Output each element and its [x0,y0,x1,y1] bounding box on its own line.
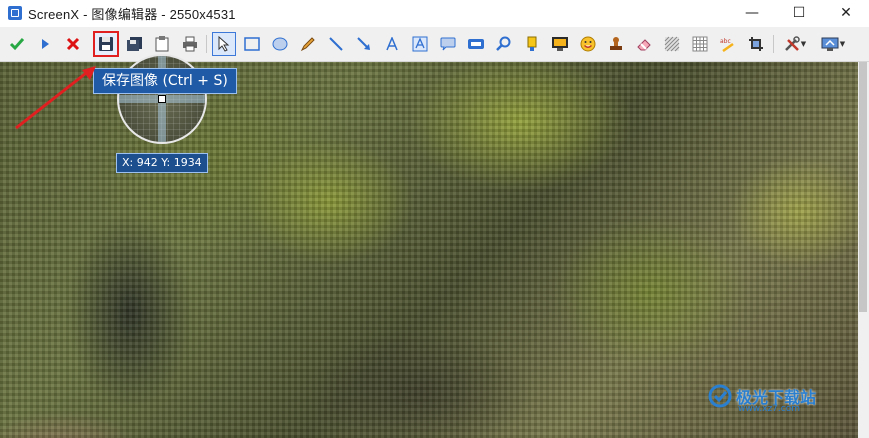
play-arrow-icon [42,39,49,49]
text-box-tool-button[interactable] [408,32,432,56]
emoji-tool-button[interactable] [576,32,600,56]
arrow-line-icon [357,37,370,50]
red-annotation-arrow-icon [15,66,96,130]
number-stamp-icon [468,39,484,49]
text-box-icon [412,36,428,52]
line-icon [329,37,343,51]
abc-wand-icon: abc [720,38,734,52]
zoom-tool-button[interactable] [492,32,516,56]
pixelate-tool-button[interactable] [688,32,712,56]
select-tool-button[interactable] [212,32,236,56]
text-a-icon [386,37,398,51]
grid-icon [692,36,708,52]
ellipse-tool-button[interactable] [268,32,292,56]
share-dropdown-button[interactable]: ▼ [816,32,850,56]
save-image-button[interactable] [93,31,119,57]
svg-text:abc: abc [720,38,731,45]
crosshair-center [158,95,166,103]
speech-bubble-icon [440,37,456,51]
toolbar-separator [773,35,774,53]
floppy-disk-icon [99,37,113,51]
magnifier-icon [496,36,511,51]
screen-image-tool-button[interactable] [548,32,572,56]
save-as-button[interactable] [123,32,147,56]
upload-button[interactable] [33,32,57,56]
cursor-coordinates: X: 942 Y: 1934 [116,153,208,173]
save-as-icon [127,37,142,51]
watermark-logo-icon [708,384,732,408]
eraser-icon [637,39,651,51]
callout-tool-button[interactable] [436,32,460,56]
eraser-tool-button[interactable] [632,32,656,56]
maximize-button[interactable]: ☐ [776,0,822,27]
highlighter-tool-button[interactable] [520,32,544,56]
title-bar: ScreenX - 图像编辑器 - 2550x4531 — ☐ ✕ [0,0,869,27]
text-tool-button[interactable] [380,32,404,56]
printer-icon [183,36,197,52]
tools-dropdown-button[interactable]: ▼ [779,32,811,56]
minimize-button[interactable]: — [729,0,775,27]
pencil-icon [300,37,315,52]
arrow-tool-button[interactable] [352,32,376,56]
toolbar-separator [206,35,207,53]
stamp-icon [610,37,622,50]
ocr-tool-button[interactable]: abc [716,32,740,56]
smiley-icon [580,36,596,52]
checkmark-icon [9,38,25,51]
save-image-tooltip: 保存图像 (Ctrl + S) [93,68,237,94]
monitor-image-icon [552,37,568,51]
counter-tool-button[interactable] [464,32,488,56]
watermark: 极光下载站 www.xz7.com [708,384,816,414]
monitor-share-icon [821,37,839,51]
ellipse-icon [272,37,288,51]
blur-tool-button[interactable] [660,32,684,56]
vertical-scrollbar[interactable] [858,62,869,438]
scrollbar-thumb[interactable] [859,62,867,312]
cursor-arrow-icon [218,36,230,52]
stamp-tool-button[interactable] [604,32,628,56]
close-icon [66,37,80,51]
print-button[interactable] [178,32,202,56]
toolbar: abc ▼ ▼ [0,27,869,62]
crop-tool-button[interactable] [744,32,768,56]
blur-hatch-icon [664,36,680,52]
rectangle-icon [244,37,260,51]
copy-clipboard-button[interactable] [150,32,174,56]
confirm-button[interactable] [5,32,29,56]
chevron-down-icon: ▼ [839,40,846,48]
clipboard-icon [155,36,169,52]
rectangle-tool-button[interactable] [240,32,264,56]
highlighter-icon [527,36,537,51]
chevron-down-icon: ▼ [800,40,807,48]
pencil-tool-button[interactable] [296,32,320,56]
wrench-screwdriver-icon [784,36,800,51]
crop-icon [749,37,763,51]
line-tool-button[interactable] [324,32,348,56]
close-button[interactable]: ✕ [823,0,869,27]
app-icon [8,6,22,20]
cancel-button[interactable] [61,32,85,56]
window-title: ScreenX - 图像编辑器 - 2550x4531 [28,7,236,22]
watermark-url: www.xz7.com [738,404,800,414]
